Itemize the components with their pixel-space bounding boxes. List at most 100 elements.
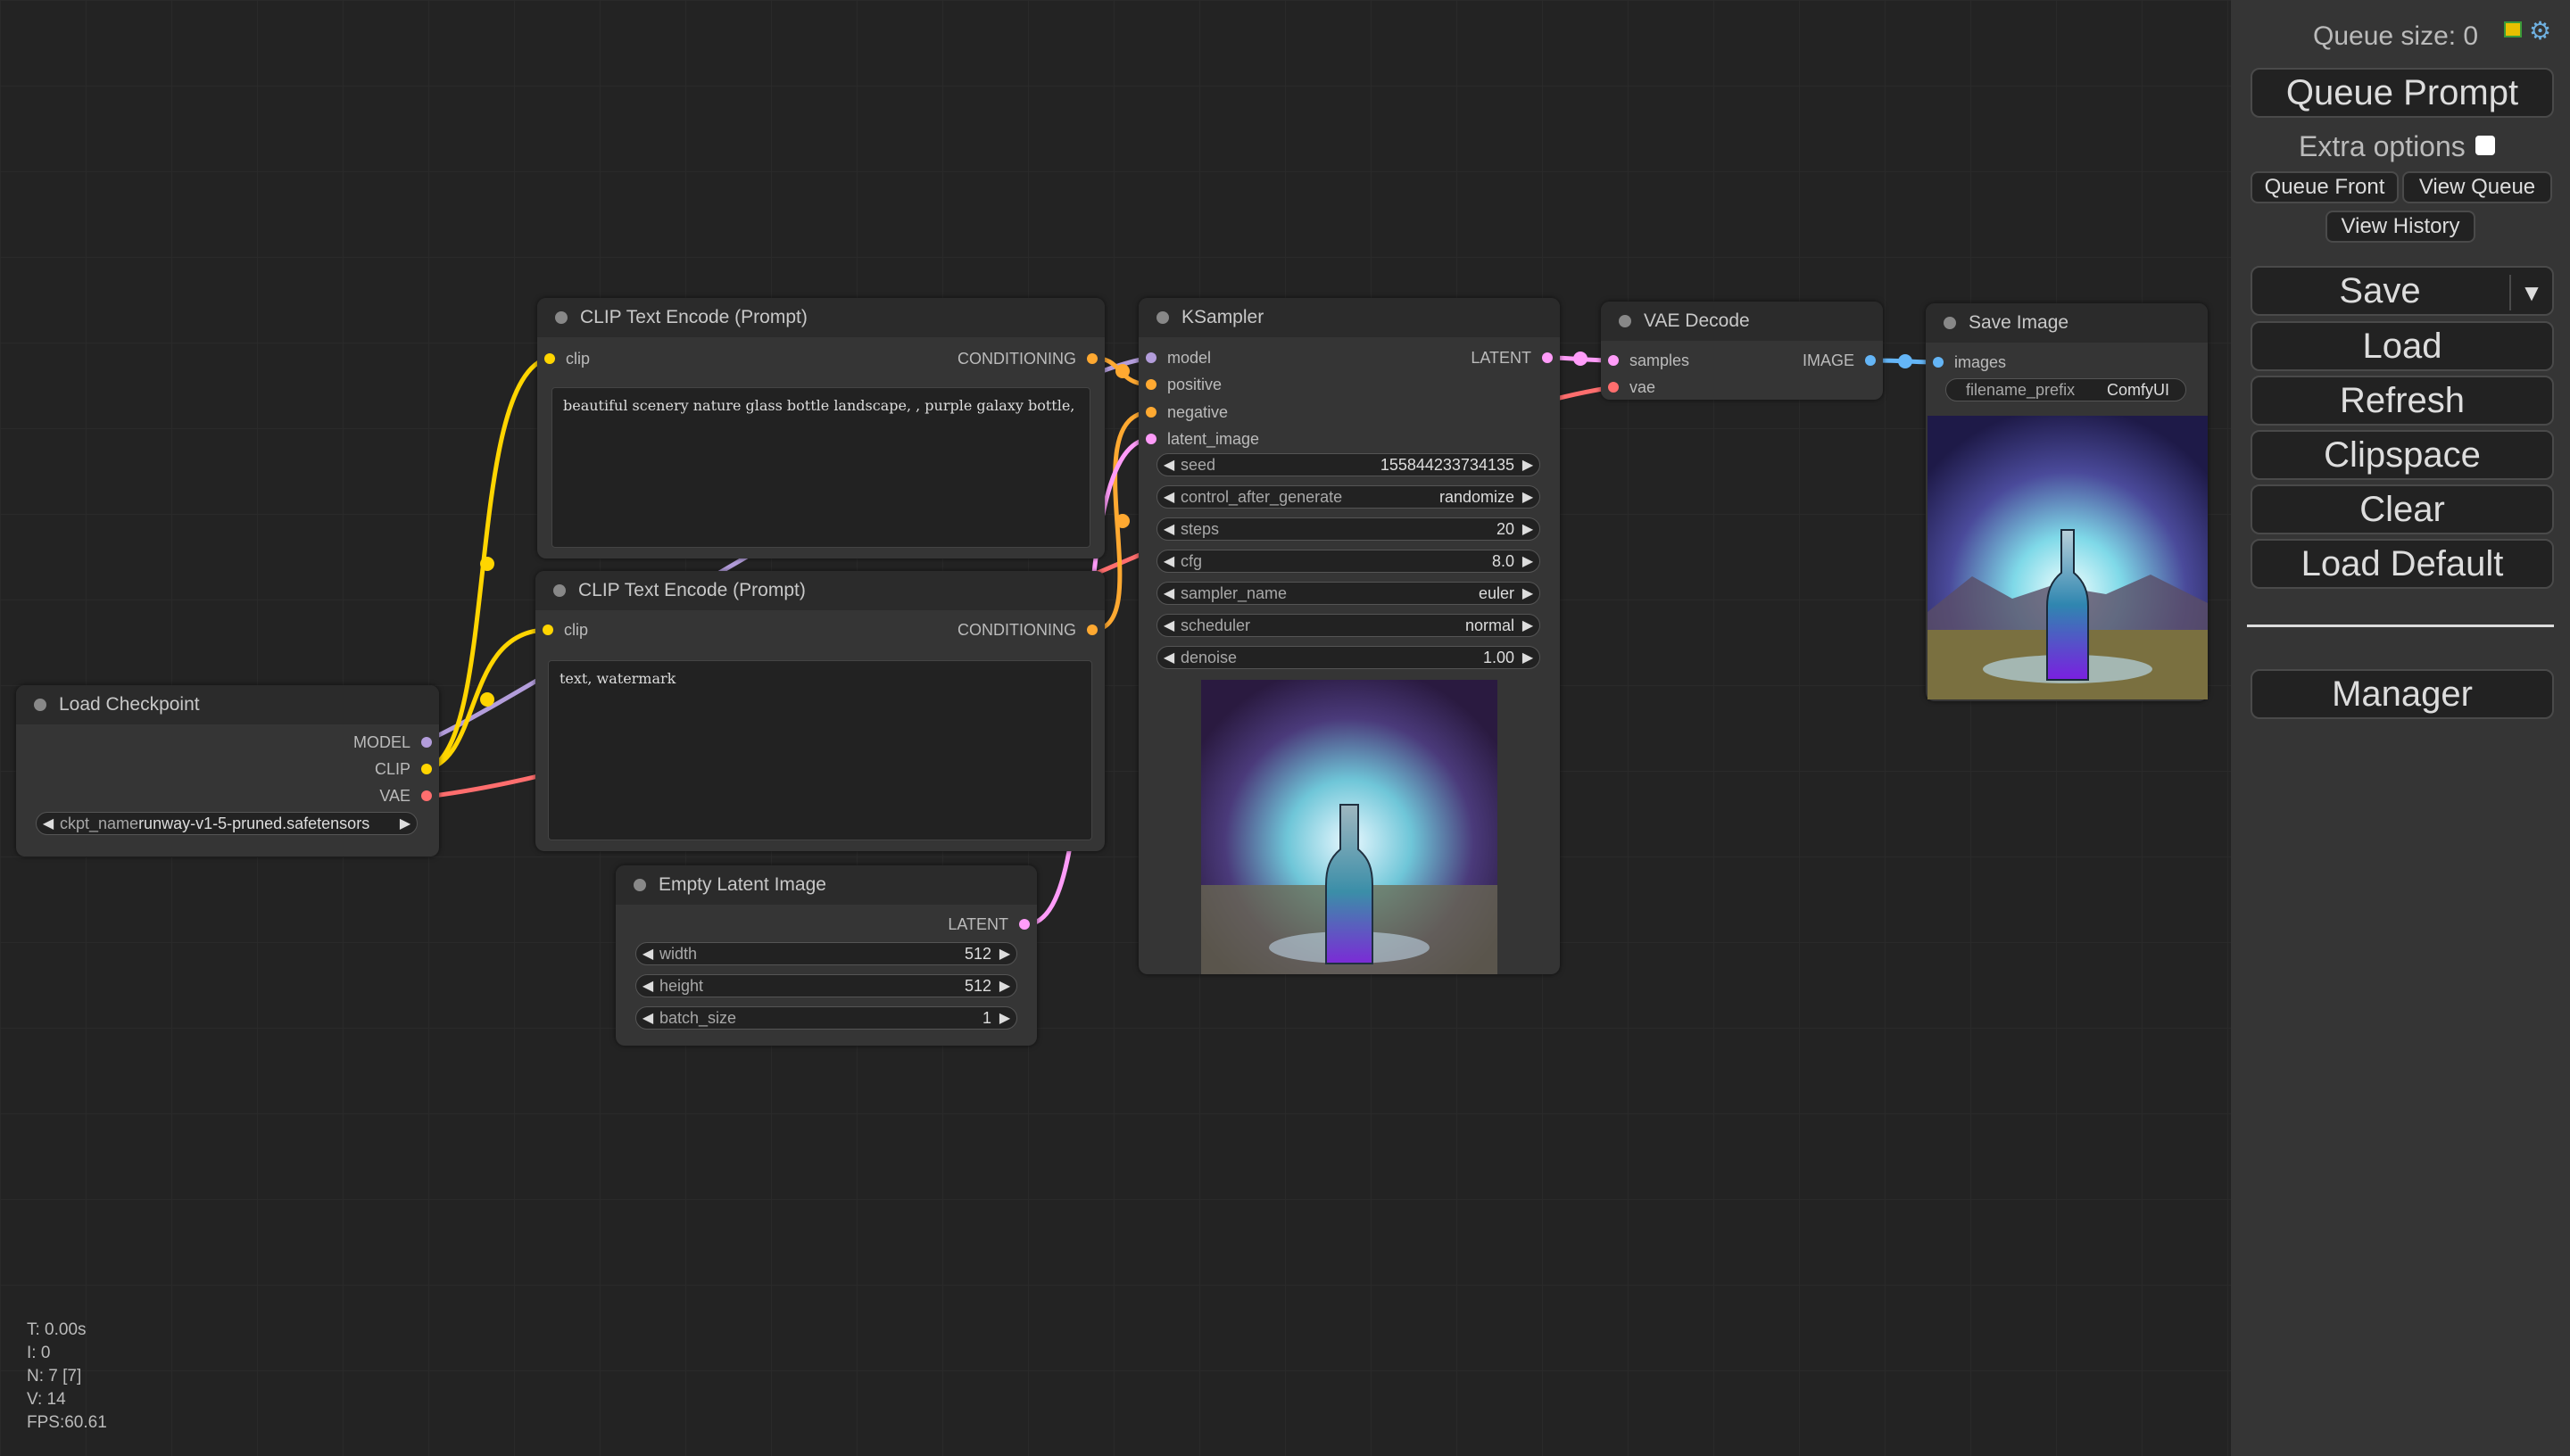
collapse-dot-icon[interactable]	[634, 879, 646, 891]
node-title: CLIP Text Encode (Prompt)	[578, 580, 806, 600]
latent-output-pin[interactable]	[1542, 352, 1553, 363]
vae-output-pin[interactable]	[421, 790, 432, 801]
empty-latent-image-node[interactable]: Empty Latent Image LATENT ◀ width 512 ▶ …	[616, 865, 1037, 1046]
decrement-arrow-icon[interactable]: ◀	[636, 945, 659, 963]
prompt-textarea[interactable]: beautiful scenery nature glass bottle la…	[551, 387, 1090, 548]
clear-button[interactable]: Clear	[2251, 484, 2554, 534]
canvas-stats: T: 0.00s I: 0 N: 7 [7] V: 14 FPS:60.61	[27, 1319, 107, 1435]
denoise-widget[interactable]: ◀ denoise 1.00 ▶	[1156, 646, 1540, 669]
save-dropdown-icon[interactable]: ▼	[2509, 275, 2552, 310]
gear-icon[interactable]: ⚙	[2529, 16, 2551, 46]
steps-widget[interactable]: ◀ steps 20 ▶	[1156, 517, 1540, 541]
increment-arrow-icon[interactable]: ▶	[993, 977, 1016, 995]
extra-options-checkbox[interactable]	[2475, 136, 2495, 155]
increment-arrow-icon[interactable]: ▶	[394, 815, 417, 832]
ckpt-name-combo[interactable]: ◀ ckpt_name runway-v1-5-pruned.safetenso…	[36, 812, 418, 835]
increment-arrow-icon[interactable]: ▶	[993, 945, 1016, 963]
increment-arrow-icon[interactable]: ▶	[1516, 552, 1539, 570]
collapse-dot-icon[interactable]	[1156, 311, 1169, 324]
negative-input-pin[interactable]	[1146, 407, 1156, 418]
increment-arrow-icon[interactable]: ▶	[1516, 520, 1539, 538]
increment-arrow-icon[interactable]: ▶	[1516, 649, 1539, 666]
filename-prefix-widget[interactable]: filename_prefix ComfyUI	[1945, 378, 2186, 401]
negative-prompt-textarea[interactable]: text, watermark	[548, 660, 1092, 840]
increment-arrow-icon[interactable]: ▶	[1516, 456, 1539, 474]
widget-label: sampler_name	[1181, 583, 1288, 602]
sampler-name-widget[interactable]: ◀ sampler_name euler ▶	[1156, 582, 1540, 605]
increment-arrow-icon[interactable]: ▶	[993, 1009, 1016, 1027]
decrement-arrow-icon[interactable]: ◀	[636, 1009, 659, 1027]
clip-output-pin[interactable]	[421, 764, 432, 774]
save-button[interactable]: Save	[2251, 266, 2554, 316]
model-input-pin[interactable]	[1146, 352, 1156, 363]
output-label-conditioning: CONDITIONING	[958, 620, 1076, 639]
output-label-image: IMAGE	[1802, 351, 1854, 369]
increment-arrow-icon[interactable]: ▶	[1516, 488, 1539, 506]
height-widget[interactable]: ◀ height 512 ▶	[635, 974, 1017, 997]
decrement-arrow-icon[interactable]: ◀	[636, 977, 659, 995]
clip-text-encode-positive-node[interactable]: CLIP Text Encode (Prompt) clip CONDITION…	[537, 298, 1105, 558]
widget-label: seed	[1181, 455, 1216, 474]
input-label-images: images	[1954, 352, 2007, 371]
image-icon[interactable]	[2504, 21, 2522, 37]
decrement-arrow-icon[interactable]: ◀	[1157, 488, 1181, 506]
cfg-widget[interactable]: ◀ cfg 8.0 ▶	[1156, 550, 1540, 573]
vae-input-pin[interactable]	[1608, 382, 1619, 393]
seed-widget[interactable]: ◀ seed 155844233734135 ▶	[1156, 453, 1540, 476]
widget-value: 1	[982, 1008, 991, 1027]
latent-image-input-pin[interactable]	[1146, 434, 1156, 444]
decrement-arrow-icon[interactable]: ◀	[1157, 584, 1181, 602]
load-checkpoint-node[interactable]: Load Checkpoint MODEL CLIP VAE ◀ ckpt_na…	[16, 685, 439, 856]
save-label: Save	[2339, 271, 2421, 310]
input-label-model: model	[1167, 348, 1212, 367]
collapse-dot-icon[interactable]	[34, 699, 46, 711]
latent-output-pin[interactable]	[1019, 919, 1030, 930]
conditioning-output-pin[interactable]	[1087, 625, 1098, 635]
increment-arrow-icon[interactable]: ▶	[1516, 584, 1539, 602]
clip-input-pin[interactable]	[544, 353, 555, 364]
batch-size-widget[interactable]: ◀ batch_size 1 ▶	[635, 1006, 1017, 1030]
node-title: Load Checkpoint	[59, 694, 200, 715]
widget-value: 512	[964, 976, 991, 995]
collapse-dot-icon[interactable]	[1944, 317, 1956, 329]
clip-input-pin[interactable]	[543, 625, 553, 635]
load-button[interactable]: Load	[2251, 321, 2554, 371]
decrement-arrow-icon[interactable]: ◀	[1157, 552, 1181, 570]
refresh-button[interactable]: Refresh	[2251, 376, 2554, 426]
control-after-generate-widget[interactable]: ◀ control_after_generate randomize ▶	[1156, 485, 1540, 509]
images-input-pin[interactable]	[1933, 357, 1944, 368]
model-output-pin[interactable]	[421, 737, 432, 748]
graph-canvas[interactable]: CLIP Text Encode (Prompt) clip CONDITION…	[0, 0, 2231, 1456]
width-widget[interactable]: ◀ width 512 ▶	[635, 942, 1017, 965]
output-label-clip: CLIP	[374, 759, 410, 778]
positive-input-pin[interactable]	[1146, 379, 1156, 390]
conditioning-output-pin[interactable]	[1087, 353, 1098, 364]
view-queue-button[interactable]: View Queue	[2402, 171, 2552, 203]
decrement-arrow-icon[interactable]: ◀	[37, 815, 60, 832]
decrement-arrow-icon[interactable]: ◀	[1157, 616, 1181, 634]
image-output-pin[interactable]	[1865, 355, 1876, 366]
load-default-button[interactable]: Load Default	[2251, 539, 2554, 589]
decrement-arrow-icon[interactable]: ◀	[1157, 456, 1181, 474]
queue-prompt-button[interactable]: Queue Prompt	[2251, 68, 2554, 118]
vae-decode-node[interactable]: VAE Decode samples vae IMAGE	[1601, 302, 1883, 400]
ksampler-node[interactable]: KSampler model positive negative latent_…	[1139, 298, 1560, 974]
scheduler-widget[interactable]: ◀ scheduler normal ▶	[1156, 614, 1540, 637]
view-history-button[interactable]: View History	[2325, 211, 2475, 243]
samples-input-pin[interactable]	[1608, 355, 1619, 366]
collapse-dot-icon[interactable]	[555, 311, 568, 324]
node-title: CLIP Text Encode (Prompt)	[580, 307, 808, 327]
clip-text-encode-negative-node[interactable]: CLIP Text Encode (Prompt) clip CONDITION…	[535, 571, 1105, 851]
collapse-dot-icon[interactable]	[1619, 315, 1631, 327]
queue-front-button[interactable]: Queue Front	[2251, 171, 2399, 203]
manager-button[interactable]: Manager	[2251, 669, 2554, 719]
increment-arrow-icon[interactable]: ▶	[1516, 616, 1539, 634]
collapse-dot-icon[interactable]	[553, 584, 566, 597]
decrement-arrow-icon[interactable]: ◀	[1157, 649, 1181, 666]
extra-options-label: Extra options	[2299, 130, 2466, 162]
decrement-arrow-icon[interactable]: ◀	[1157, 520, 1181, 538]
menu-divider	[2247, 625, 2554, 627]
node-title: Save Image	[1969, 312, 2069, 333]
clipspace-button[interactable]: Clipspace	[2251, 430, 2554, 480]
save-image-node[interactable]: Save Image images filename_prefix ComfyU…	[1926, 303, 2208, 701]
